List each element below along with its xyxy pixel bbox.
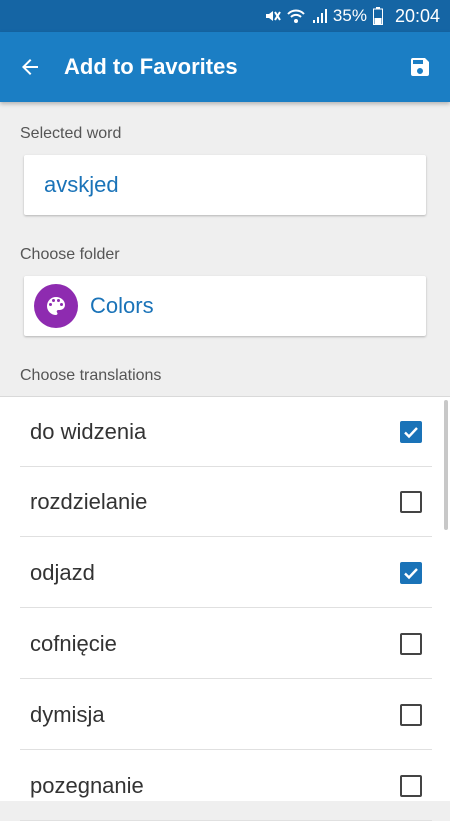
- translation-checkbox[interactable]: [400, 421, 422, 443]
- translation-checkbox[interactable]: [400, 704, 422, 726]
- save-icon[interactable]: [390, 32, 450, 102]
- selected-word-card[interactable]: avskjed: [24, 155, 426, 215]
- list-item[interactable]: pozegnanie: [0, 751, 432, 821]
- folder-selector[interactable]: Colors: [24, 276, 426, 336]
- translation-checkbox[interactable]: [400, 775, 422, 797]
- palette-icon: [34, 284, 78, 328]
- choose-folder-label: Choose folder: [20, 246, 120, 263]
- wifi-icon: [287, 7, 305, 25]
- list-item[interactable]: dymisja: [0, 680, 432, 750]
- selected-word-value: avskjed: [44, 172, 119, 197]
- choose-translations-label: Choose translations: [20, 367, 162, 384]
- scrollbar[interactable]: [444, 400, 448, 530]
- mute-icon: [263, 7, 281, 25]
- translation-text: cofnięcie: [30, 631, 117, 656]
- page-title: Add to Favorites: [64, 54, 238, 79]
- translation-checkbox[interactable]: [400, 633, 422, 655]
- clock: 20:04: [394, 5, 440, 26]
- translation-checkbox[interactable]: [400, 562, 422, 584]
- status-bar: 35% 20:04: [0, 0, 450, 32]
- divider: [20, 536, 432, 537]
- app-bar: Add to Favorites: [0, 32, 450, 102]
- translation-checkbox[interactable]: [400, 491, 422, 513]
- translation-text: odjazd: [30, 560, 95, 585]
- list-item[interactable]: odjazd: [0, 538, 432, 608]
- battery-percent: 35%: [332, 6, 367, 25]
- translations-list: do widzenia rozdzielanie odjazd cofnięci…: [0, 396, 450, 821]
- selected-word-label: Selected word: [20, 125, 122, 142]
- translation-text: rozdzielanie: [30, 489, 148, 514]
- translation-text: do widzenia: [30, 419, 147, 444]
- translation-text: pozegnanie: [30, 773, 144, 798]
- arrow-left-icon[interactable]: [0, 32, 60, 102]
- divider: [20, 749, 432, 750]
- list-item[interactable]: rozdzielanie: [0, 467, 432, 537]
- list-item[interactable]: do widzenia: [0, 397, 432, 467]
- folder-name: Colors: [90, 293, 154, 318]
- battery-icon: [372, 7, 383, 25]
- signal-icon: [311, 7, 329, 25]
- divider: [20, 607, 432, 608]
- translation-text: dymisja: [30, 702, 105, 727]
- list-item[interactable]: cofnięcie: [0, 609, 432, 679]
- divider: [20, 678, 432, 679]
